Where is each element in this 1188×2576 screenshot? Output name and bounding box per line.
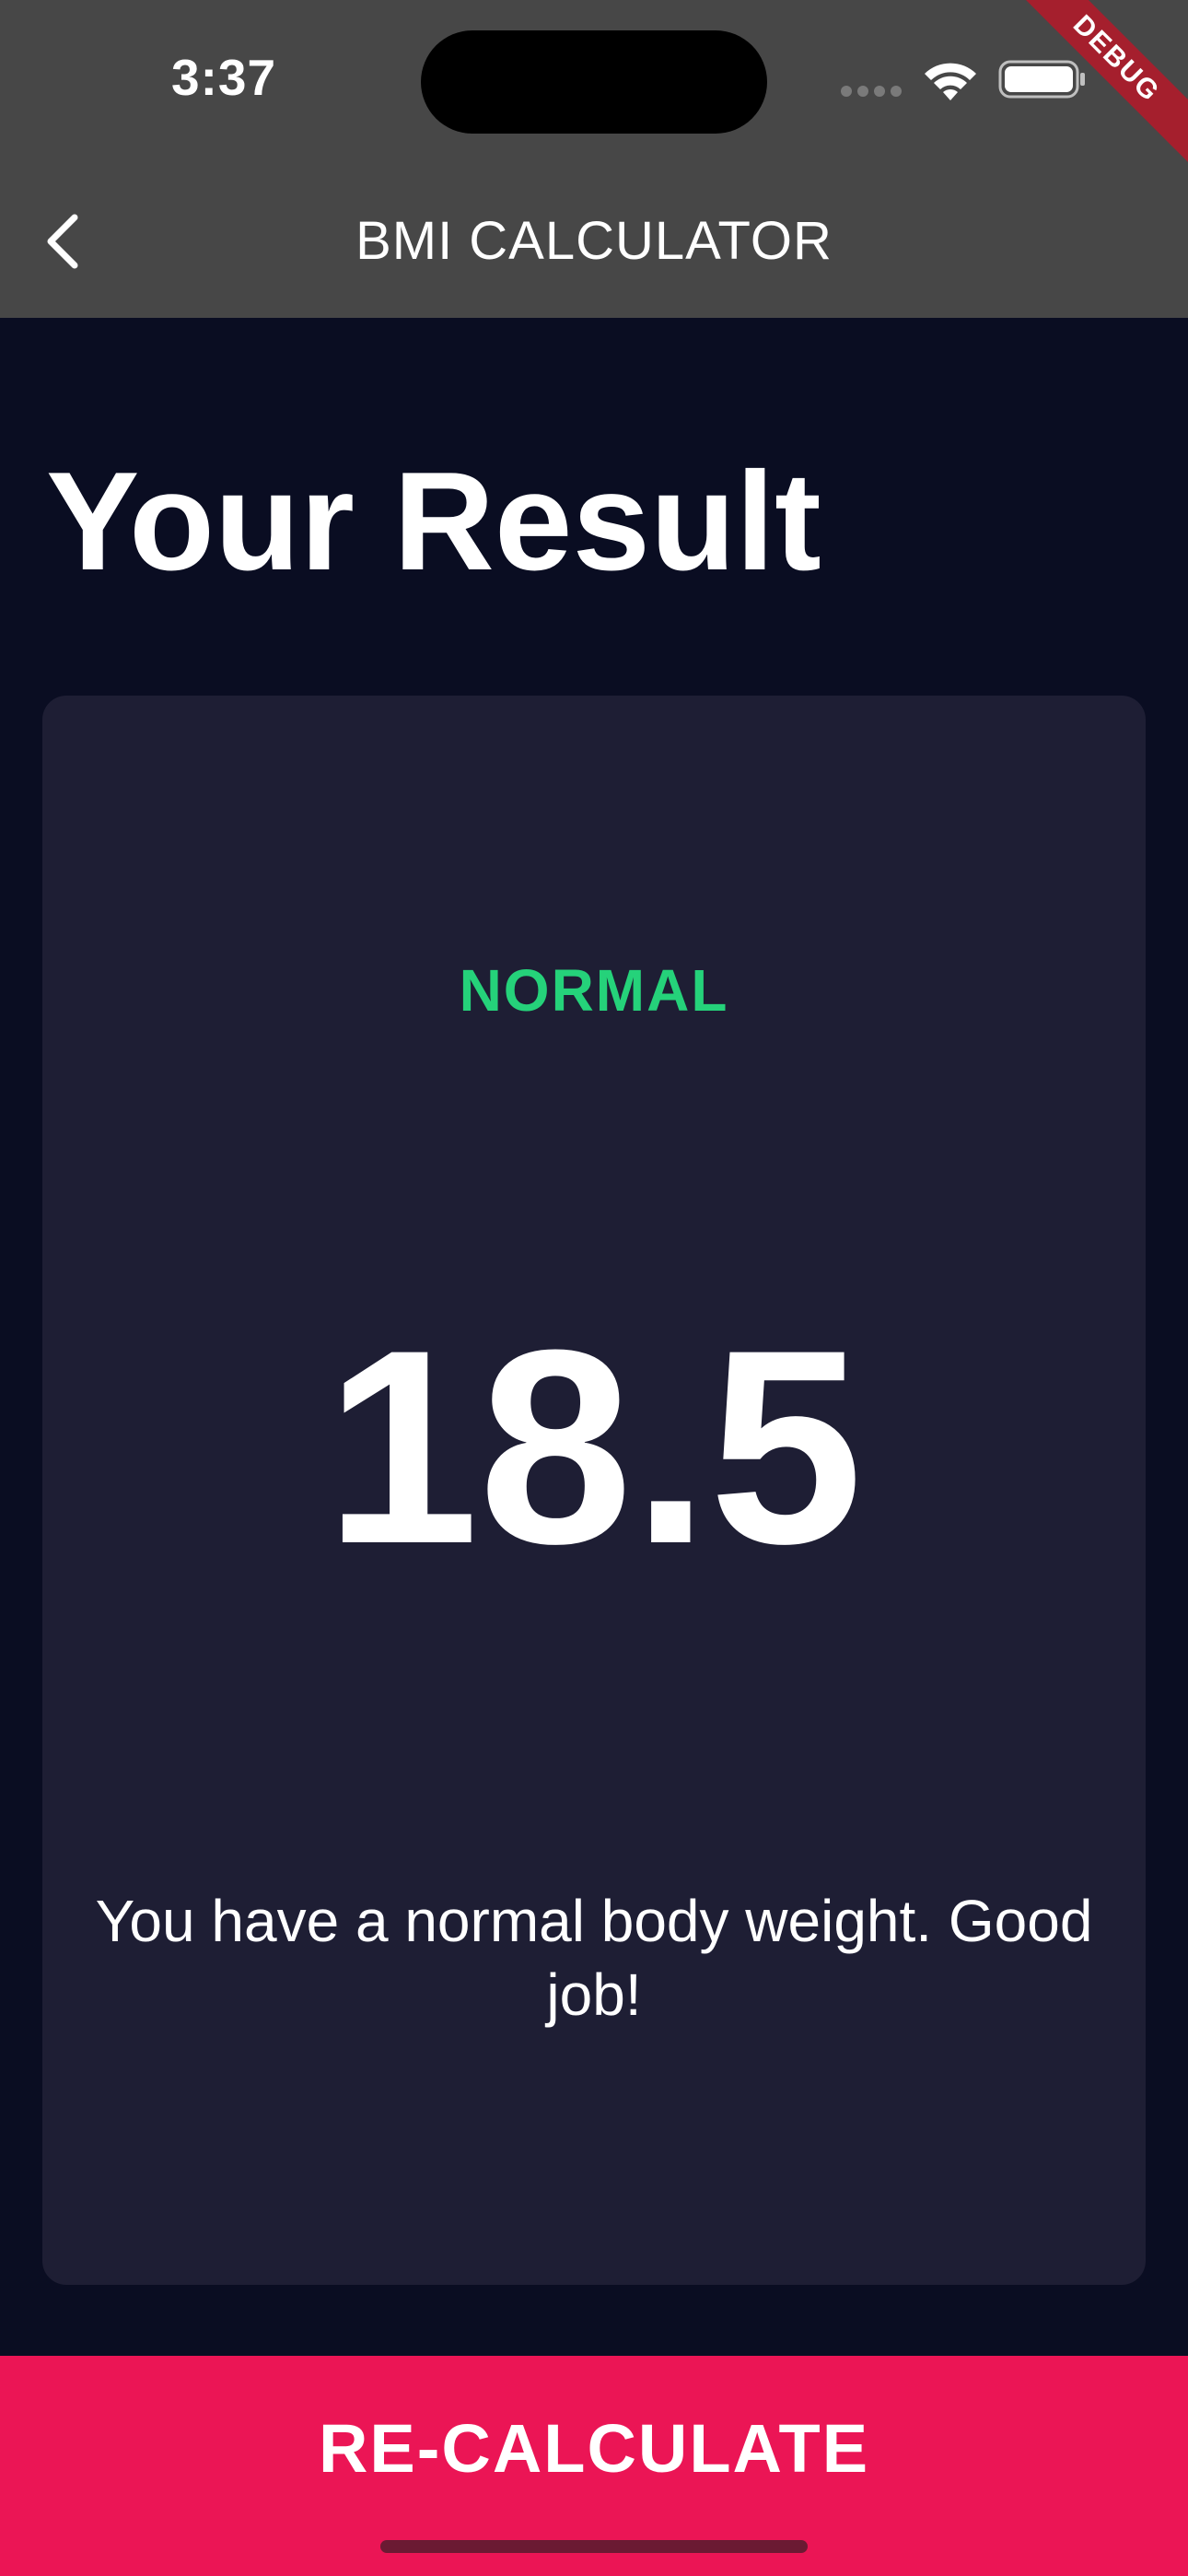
app-bar-title: BMI CALCULATOR	[355, 211, 833, 271]
status-time: 3:37	[171, 49, 277, 106]
wifi-icon	[925, 63, 976, 100]
status-bar: 3:37 DEBUG	[0, 0, 1188, 173]
bmi-interpretation: You have a normal body weight. Good job!	[95, 1888, 1093, 2028]
bmi-status-label: NORMAL	[459, 957, 729, 1024]
result-card: NORMAL 18.5 You have a normal body weigh…	[42, 696, 1146, 2285]
bmi-value: 18.5	[325, 1292, 863, 1601]
dynamic-island	[421, 30, 767, 134]
page-title: Your Result	[46, 443, 821, 600]
recalculate-button-label: RE-CALCULATE	[318, 2410, 870, 2487]
home-indicator[interactable]	[380, 2540, 808, 2553]
battery-icon	[998, 60, 1085, 99]
cellular-signal-icon	[841, 86, 902, 97]
